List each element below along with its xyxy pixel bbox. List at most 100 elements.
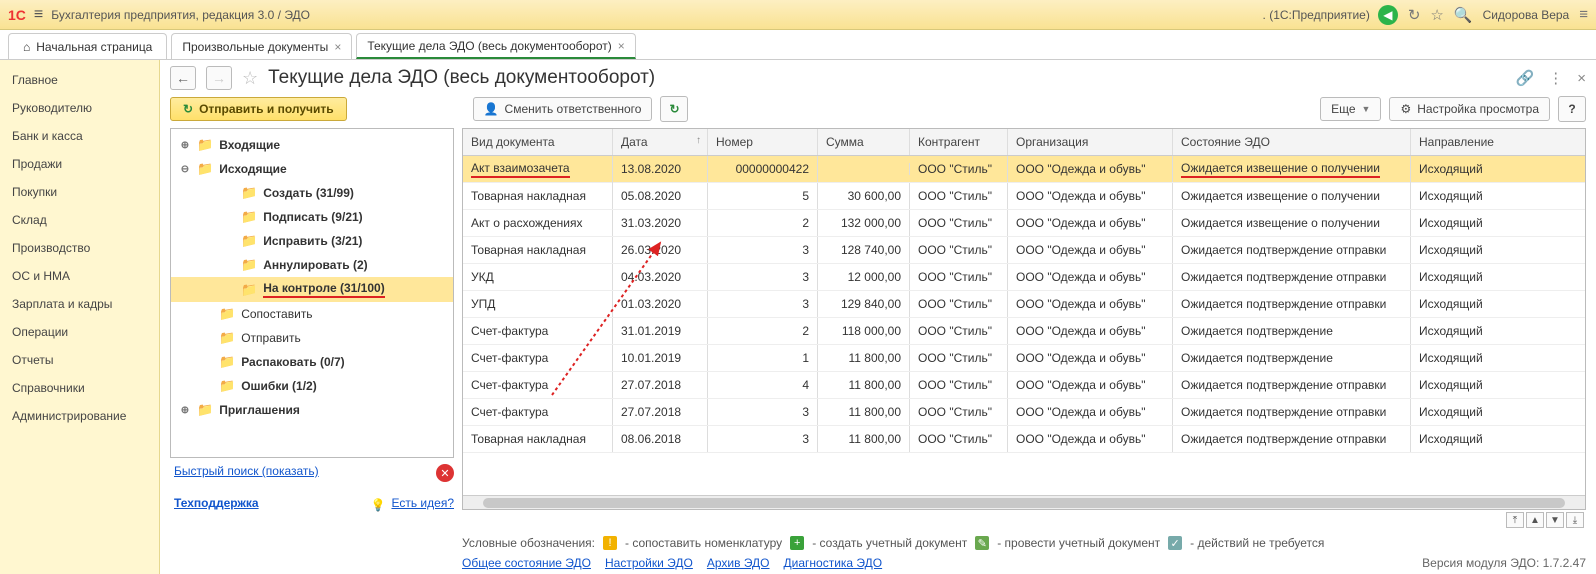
tree-node-6[interactable]: 📁На контроле (31/100) (171, 277, 453, 302)
table-row[interactable]: Акт о расхождениях31.03.20202132 000,00О… (463, 210, 1585, 237)
tree-node-5[interactable]: 📁Аннулировать (2) (171, 253, 453, 277)
link-icon[interactable]: 🔗 (1516, 69, 1535, 87)
folder-icon: 📁 (219, 378, 235, 394)
table-row[interactable]: Счет-фактура27.07.2018411 800,00ООО "Сти… (463, 372, 1585, 399)
table-row[interactable]: Счет-фактура31.01.20192118 000,00ООО "Ст… (463, 318, 1585, 345)
col-sum[interactable]: Сумма (818, 129, 910, 155)
table-row[interactable]: Товарная накладная05.08.2020530 600,00ОО… (463, 183, 1585, 210)
cell: 2 (708, 210, 818, 236)
table-row[interactable]: УПД01.03.20203129 840,00ООО "Стиль"ООО "… (463, 291, 1585, 318)
footer-link-0[interactable]: Общее состояние ЭДО (462, 556, 591, 570)
idea-link[interactable]: Есть идея? (391, 496, 454, 510)
more-button[interactable]: Еще ▼ (1320, 97, 1381, 121)
support-link[interactable]: Техподдержка (174, 496, 259, 510)
cell: Исходящий (1411, 156, 1511, 182)
cell: 30 600,00 (818, 183, 910, 209)
tree-node-label: Аннулировать (2) (263, 258, 367, 272)
expand-icon[interactable]: ⊕ (179, 140, 191, 151)
table-row[interactable]: Товарная накладная08.06.2018311 800,00ОО… (463, 426, 1585, 453)
cell: ООО "Одежда и обувь" (1008, 426, 1173, 452)
send-receive-button[interactable]: ↻ Отправить и получить (170, 97, 347, 121)
close-icon[interactable]: ✕ (436, 464, 454, 482)
col-counterparty[interactable]: Контрагент (910, 129, 1008, 155)
sidebar-item-6[interactable]: Производство (0, 234, 159, 262)
col-doc-type[interactable]: Вид документа (463, 129, 613, 155)
table-row[interactable]: Товарная накладная26.03.20203128 740,00О… (463, 237, 1585, 264)
col-state[interactable]: Состояние ЭДО (1173, 129, 1411, 155)
tree-node-9[interactable]: 📁Распаковать (0/7) (171, 350, 453, 374)
sidebar-item-3[interactable]: Продажи (0, 150, 159, 178)
chevron-down-icon: ▼ (1362, 104, 1371, 114)
tree-node-1[interactable]: ⊖📁Исходящие (171, 157, 453, 181)
grid-up-button[interactable]: ▲ (1526, 512, 1544, 528)
change-responsible-button[interactable]: 👤 Сменить ответственного (473, 97, 653, 121)
cell: Товарная накладная (463, 183, 613, 209)
view-settings-button[interactable]: ⚙ Настройка просмотра (1389, 97, 1550, 121)
star-icon[interactable]: ☆ (242, 68, 258, 89)
tab-0[interactable]: Произвольные документы× (171, 33, 352, 59)
sidebar-item-5[interactable]: Склад (0, 206, 159, 234)
table-row[interactable]: Счет-фактура27.07.2018311 800,00ООО "Сти… (463, 399, 1585, 426)
tree-node-0[interactable]: ⊕📁Входящие (171, 133, 453, 157)
col-date[interactable]: Дата↑ (613, 129, 708, 155)
favorite-star-icon[interactable]: ☆ (1430, 6, 1443, 24)
footer-link-2[interactable]: Архив ЭДО (707, 556, 770, 570)
tree-node-7[interactable]: 📁Сопоставить (171, 302, 453, 326)
grid-first-button[interactable]: ⤒ (1506, 512, 1524, 528)
menu-icon[interactable]: ≡ (34, 6, 43, 24)
sidebar-item-10[interactable]: Отчеты (0, 346, 159, 374)
cell: ООО "Стиль" (910, 372, 1008, 398)
tree-node-8[interactable]: 📁Отправить (171, 326, 453, 350)
sidebar-item-8[interactable]: Зарплата и кадры (0, 290, 159, 318)
tab-close-icon[interactable]: × (618, 39, 625, 53)
history-icon[interactable]: ↻ (1408, 6, 1421, 24)
col-organization[interactable]: Организация (1008, 129, 1173, 155)
tab-close-icon[interactable]: × (334, 40, 341, 54)
col-direction[interactable]: Направление (1411, 129, 1511, 155)
sidebar-item-4[interactable]: Покупки (0, 178, 159, 206)
expand-icon[interactable]: ⊖ (179, 164, 191, 175)
refresh-list-button[interactable]: ↻ (660, 96, 688, 122)
cell: 3 (708, 264, 818, 290)
cell: Исходящий (1411, 318, 1511, 344)
settings-lines-icon[interactable]: ≡ (1579, 6, 1588, 23)
expand-icon[interactable]: ⊕ (179, 405, 191, 416)
table-row[interactable]: Счет-фактура10.01.2019111 800,00ООО "Сти… (463, 345, 1585, 372)
col-number[interactable]: Номер (708, 129, 818, 155)
tab-1[interactable]: Текущие дела ЭДО (весь документооборот)× (356, 33, 635, 59)
sidebar-item-7[interactable]: ОС и НМА (0, 262, 159, 290)
tree-node-4[interactable]: 📁Исправить (3/21) (171, 229, 453, 253)
tree-node-label: Создать (31/99) (263, 186, 354, 200)
sidebar-item-1[interactable]: Руководителю (0, 94, 159, 122)
sidebar-item-9[interactable]: Операции (0, 318, 159, 346)
sidebar-item-0[interactable]: Главное (0, 66, 159, 94)
close-page-icon[interactable]: × (1577, 70, 1586, 87)
table-row[interactable]: Акт взаимозачета13.08.202000000000422ООО… (463, 156, 1585, 183)
tab-home[interactable]: ⌂ Начальная страница (8, 33, 167, 59)
tree-node-label: Подписать (9/21) (263, 210, 362, 224)
table-row[interactable]: УКД04.03.2020312 000,00ООО "Стиль"ООО "О… (463, 264, 1585, 291)
footer-link-1[interactable]: Настройки ЭДО (605, 556, 693, 570)
tab-home-label: Начальная страница (36, 40, 152, 54)
notification-icon[interactable]: ◀ (1378, 5, 1398, 25)
cell: ООО "Одежда и обувь" (1008, 318, 1173, 344)
grid-down-button[interactable]: ▼ (1546, 512, 1564, 528)
nav-forward-button[interactable]: → (206, 66, 232, 90)
grid-last-button[interactable]: ⤓ (1566, 512, 1584, 528)
more-vert-icon[interactable]: ⋮ (1548, 69, 1563, 87)
tree-node-label: Распаковать (0/7) (241, 355, 344, 369)
help-button[interactable]: ? (1558, 96, 1586, 122)
search-icon[interactable]: 🔍 (1454, 6, 1473, 24)
sidebar-item-2[interactable]: Банк и касса (0, 122, 159, 150)
sidebar-item-12[interactable]: Администрирование (0, 402, 159, 430)
nav-back-button[interactable]: ← (170, 66, 196, 90)
tree-node-3[interactable]: 📁Подписать (9/21) (171, 205, 453, 229)
tree-node-2[interactable]: 📁Создать (31/99) (171, 181, 453, 205)
version-label: Версия модуля ЭДО: 1.7.2.47 (1422, 556, 1586, 570)
horizontal-scrollbar[interactable] (463, 495, 1585, 509)
tree-node-11[interactable]: ⊕📁Приглашения (171, 398, 453, 422)
footer-link-3[interactable]: Диагностика ЭДО (784, 556, 883, 570)
quick-search-link[interactable]: Быстрый поиск (показать) (174, 464, 319, 478)
tree-node-10[interactable]: 📁Ошибки (1/2) (171, 374, 453, 398)
sidebar-item-11[interactable]: Справочники (0, 374, 159, 402)
